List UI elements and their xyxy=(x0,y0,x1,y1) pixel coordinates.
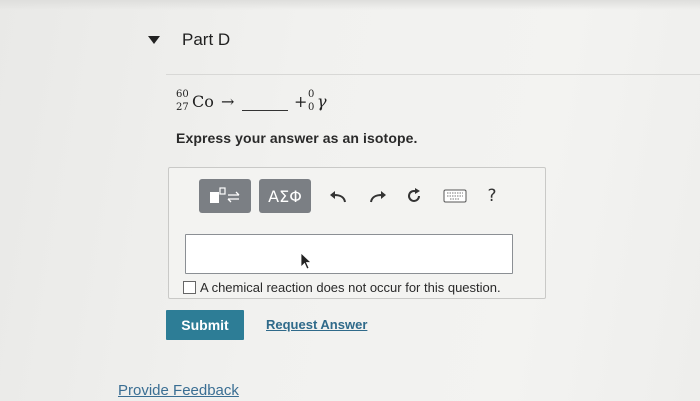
product-atomic-number: 0 xyxy=(308,102,315,113)
no-reaction-option[interactable]: A chemical reaction does not occur for t… xyxy=(183,278,501,296)
provide-feedback-link[interactable]: Provide Feedback xyxy=(118,382,239,399)
part-title: Part D xyxy=(182,30,231,49)
templates-icon xyxy=(210,187,240,203)
reactant-mass-number: 60 xyxy=(176,89,189,100)
answer-panel: ΑΣΦ ? A chemical reaction does not occur… xyxy=(168,167,546,299)
greek-symbols-button[interactable]: ΑΣΦ xyxy=(259,179,311,213)
answer-instruction: Express your answer as an isotope. xyxy=(176,130,418,146)
redo-icon[interactable] xyxy=(367,185,389,207)
reactant-symbol: Co xyxy=(192,92,214,111)
reactant-atomic-number: 27 xyxy=(176,102,189,113)
templates-button[interactable] xyxy=(199,179,251,213)
part-header[interactable]: Part D xyxy=(148,26,230,54)
answer-input[interactable] xyxy=(185,234,513,274)
section-divider xyxy=(166,74,700,75)
collapse-caret-icon[interactable] xyxy=(148,36,160,44)
keyboard-icon[interactable] xyxy=(442,185,468,207)
no-reaction-checkbox[interactable] xyxy=(183,280,196,294)
mouse-cursor-icon xyxy=(300,252,313,270)
undo-icon[interactable] xyxy=(327,185,349,207)
help-icon[interactable]: ? xyxy=(481,185,503,207)
top-divider xyxy=(0,0,700,10)
submit-button[interactable]: Submit xyxy=(166,310,244,340)
request-answer-link[interactable]: Request Answer xyxy=(266,317,367,332)
no-reaction-label: A chemical reaction does not occur for t… xyxy=(200,279,501,295)
reaction-arrow: → xyxy=(221,92,235,111)
product-symbol: γ xyxy=(317,92,327,111)
reset-icon[interactable] xyxy=(403,185,425,207)
plus-sign: + xyxy=(294,92,308,111)
product-mass-number: 0 xyxy=(308,89,315,100)
blank-line xyxy=(242,110,288,111)
